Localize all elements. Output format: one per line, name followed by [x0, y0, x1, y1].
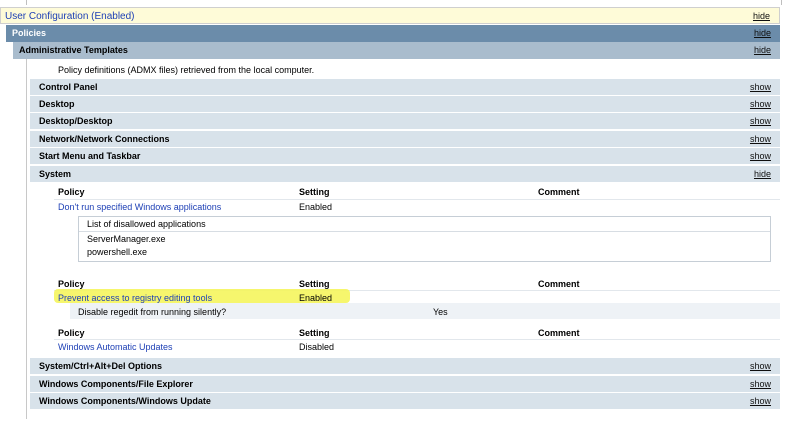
category-show-link[interactable]: show [750, 131, 771, 148]
column-header-comment: Comment [538, 279, 580, 289]
administrative-templates-title: Administrative Templates [19, 45, 128, 55]
policy-option-label: Disable regedit from running silently? [78, 307, 227, 317]
policy-setting-value: Disabled [299, 342, 335, 352]
category-title: Network/Network Connections [39, 134, 170, 144]
policy-link-prevent-registry-editing[interactable]: Prevent access to registry editing tools [58, 293, 212, 303]
category-show-link[interactable]: show [750, 376, 771, 393]
system-hide-link[interactable]: hide [754, 166, 771, 183]
category-show-link[interactable]: show [750, 148, 771, 165]
column-header-setting: Setting [299, 328, 330, 338]
row-separator [54, 199, 780, 200]
category-ctrl-alt-del-options: System/Ctrl+Alt+Del Options show [30, 357, 780, 374]
top-border [0, 0, 800, 5]
user-configuration-header: User Configuration (Enabled) hide [0, 7, 780, 24]
category-title: Start Menu and Taskbar [39, 151, 141, 161]
policy-link-dont-run-apps[interactable]: Don't run specified Windows applications [58, 202, 221, 212]
column-header-comment: Comment [538, 187, 580, 197]
category-title: Desktop/Desktop [39, 116, 113, 126]
category-title: Windows Components/File Explorer [39, 379, 193, 389]
admx-description: Policy definitions (ADMX files) retrieve… [58, 65, 315, 75]
disallowed-apps-list: List of disallowed applications ServerMa… [78, 216, 771, 262]
column-header-policy: Policy [58, 328, 85, 338]
category-show-link[interactable]: show [750, 96, 771, 113]
column-header-policy: Policy [58, 279, 85, 289]
column-header-setting: Setting [299, 187, 330, 197]
category-desktop: Desktop show [30, 95, 780, 112]
category-show-link[interactable]: show [750, 113, 771, 130]
category-show-link[interactable]: show [750, 79, 771, 96]
policies-header: Policies hide [6, 25, 780, 42]
category-file-explorer: Windows Components/File Explorer show [30, 375, 780, 392]
category-network-connections: Network/Network Connections show [30, 130, 780, 147]
policy-setting-value: Enabled [299, 202, 333, 212]
column-header-policy: Policy [58, 187, 85, 197]
user-configuration-title: User Configuration (Enabled) [5, 11, 135, 22]
policy-setting-value: Enabled [299, 293, 333, 303]
category-title: Desktop [39, 99, 75, 109]
category-title: Windows Components/Windows Update [39, 396, 211, 406]
category-start-menu-taskbar: Start Menu and Taskbar show [30, 147, 780, 164]
list-header: List of disallowed applications [87, 219, 206, 229]
column-header-comment: Comment [538, 328, 580, 338]
category-show-link[interactable]: show [750, 358, 771, 375]
policy-link-windows-automatic-updates[interactable]: Windows Automatic Updates [58, 342, 173, 352]
category-desktop-desktop: Desktop/Desktop show [30, 112, 780, 129]
policy-option-value: Yes [433, 307, 448, 317]
category-show-link[interactable]: show [750, 393, 771, 410]
category-system: System hide [30, 165, 780, 182]
category-title: Control Panel [39, 82, 98, 92]
user-configuration-hide-link[interactable]: hide [753, 8, 770, 25]
category-control-panel: Control Panel show [30, 78, 780, 95]
list-item: ServerManager.exe [87, 234, 166, 244]
row-separator [54, 339, 780, 340]
administrative-templates-header: Administrative Templates hide [13, 42, 780, 59]
policies-title: Policies [12, 28, 47, 38]
category-windows-update: Windows Components/Windows Update show [30, 392, 780, 409]
policies-hide-link[interactable]: hide [754, 25, 771, 42]
list-item: powershell.exe [87, 247, 148, 257]
column-header-setting: Setting [299, 279, 330, 289]
category-title: System/Ctrl+Alt+Del Options [39, 361, 163, 371]
administrative-templates-hide-link[interactable]: hide [754, 42, 771, 59]
category-title: System [39, 169, 72, 179]
